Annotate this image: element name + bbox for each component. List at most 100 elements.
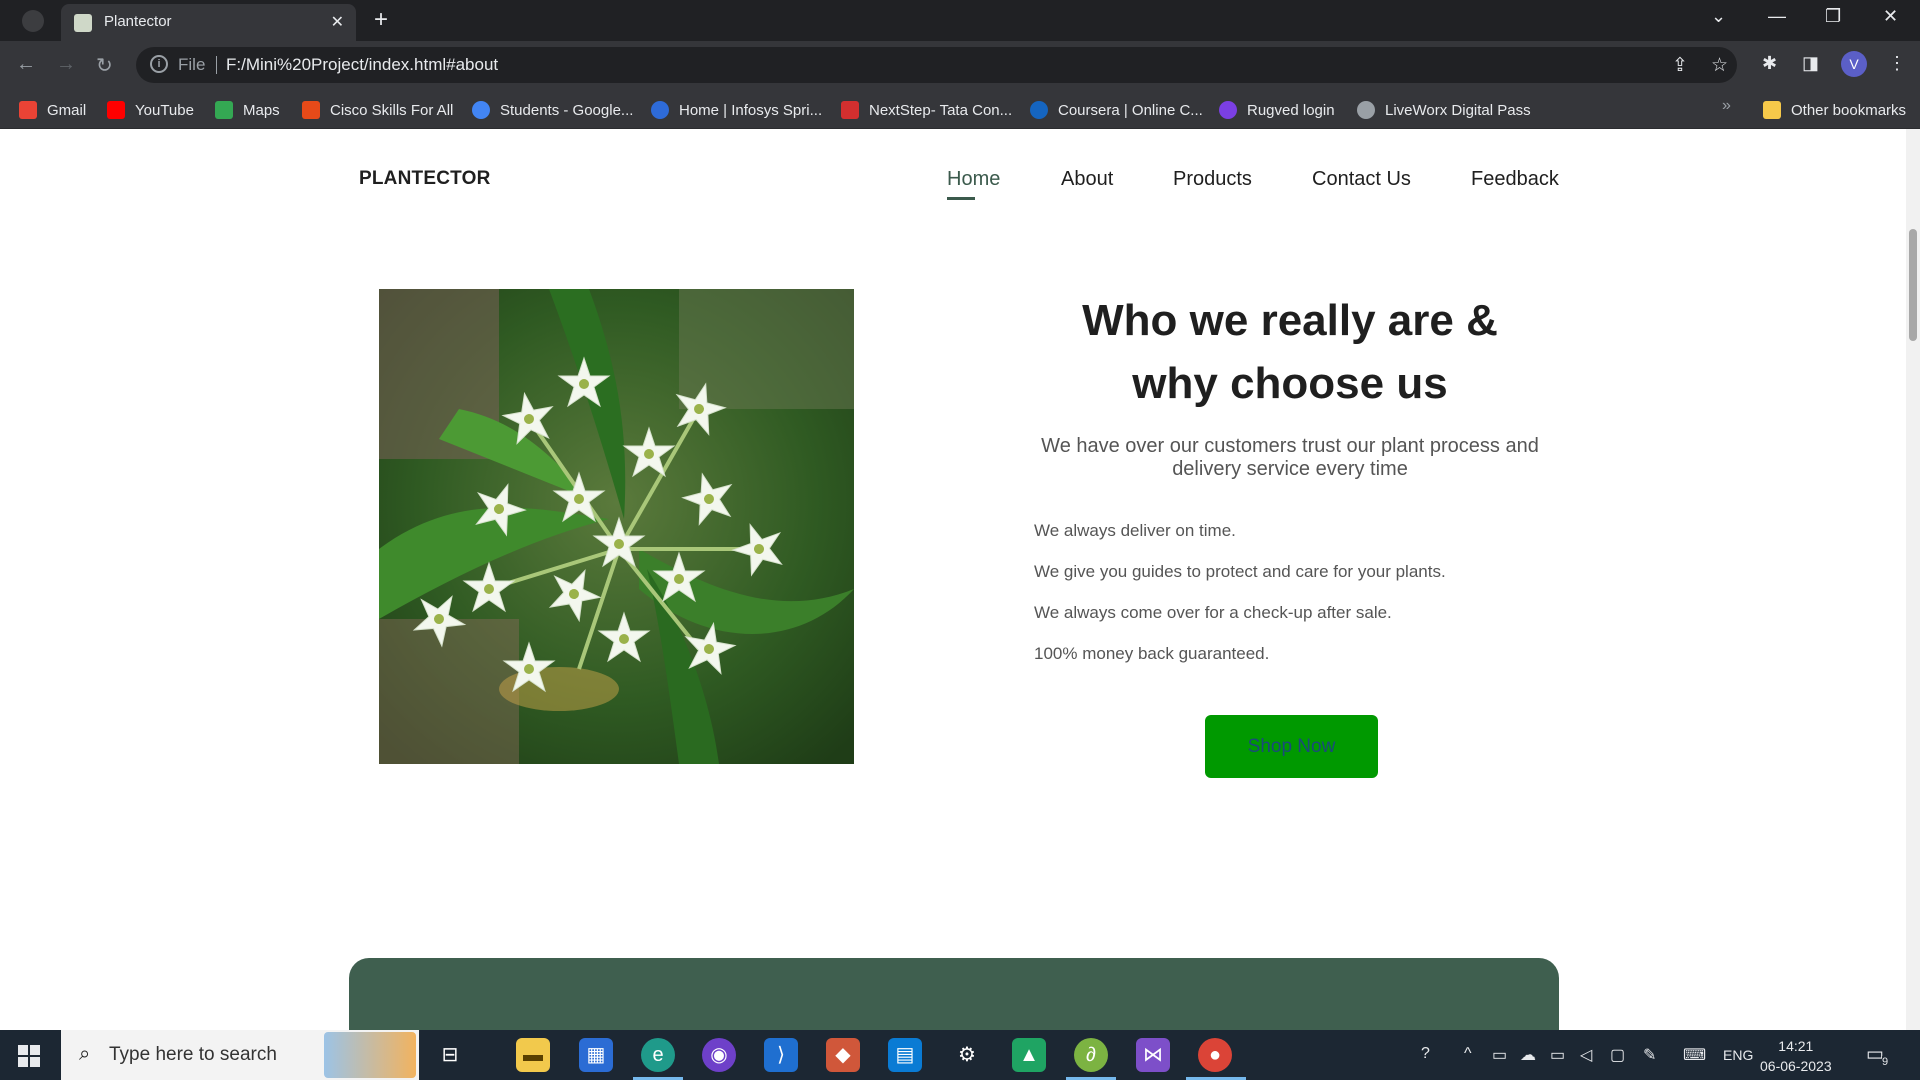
taskbar-search-box[interactable]: ⌕ Type here to search [61,1030,419,1080]
coursera-icon [1030,101,1048,119]
chrome-icon[interactable]: ● [1198,1038,1232,1072]
nav-active-underline [947,197,975,200]
tab-close-icon[interactable]: ✕ [331,12,344,32]
profile-avatar[interactable]: V [1841,51,1867,77]
vscode-icon[interactable]: ⟩ [764,1038,798,1072]
clock-time: 14:21 [1778,1038,1814,1054]
close-window-icon[interactable]: ✕ [1883,6,1898,27]
help-icon[interactable]: ? [1421,1045,1430,1063]
bookmark-google-students[interactable]: Students - Google... [472,100,633,120]
about-subtitle-line2: delivery service every time [1172,458,1408,480]
tab-list-chevron-icon[interactable]: ⌄ [1711,6,1726,27]
about-heading-line2: why choose us [1132,359,1448,408]
gmail-icon [19,101,37,119]
bookmark-star-icon[interactable]: ☆ [1711,54,1728,77]
nav-feedback[interactable]: Feedback [1471,168,1559,191]
clock-date: 06-06-2023 [1760,1058,1832,1074]
url-separator [216,56,217,74]
bookmark-maps[interactable]: Maps [215,100,280,120]
folder-icon [1763,101,1781,119]
share-icon[interactable]: ⇪ [1672,54,1688,77]
google-icon [472,101,490,119]
forward-icon[interactable]: → [56,53,76,76]
restore-icon[interactable]: ❐ [1825,6,1841,27]
bookmark-infosys[interactable]: Home | Infosys Spri... [651,100,822,120]
extensions-icon[interactable]: ✱ [1762,53,1777,74]
browser-toolbar: ← → ↻ i File F:/Mini%20Project/index.htm… [0,41,1920,89]
microsoft-store-icon[interactable]: ▦ [579,1038,613,1072]
site-info-icon[interactable]: i [150,55,168,73]
app-green-icon[interactable]: ∂ [1074,1038,1108,1072]
web-page: PLANTECTOR Home About Products Contact U… [0,129,1906,1030]
url-scheme-label: File [178,55,206,74]
bookmark-liveworx[interactable]: LiveWorx Digital Pass [1357,100,1531,120]
language-indicator[interactable]: ENG [1723,1047,1753,1063]
search-highlight-image [324,1032,416,1078]
about-flower-image [379,289,854,764]
bookmark-coursera[interactable]: Coursera | Online C... [1030,100,1203,120]
address-bar[interactable]: i File F:/Mini%20Project/index.html#abou… [136,47,1737,83]
more-menu-icon[interactable]: ⋮ [1888,53,1906,74]
calculator-icon[interactable]: ▤ [888,1038,922,1072]
pen-icon[interactable]: ✎ [1643,1045,1656,1065]
nav-products[interactable]: Products [1173,168,1252,191]
about-heading: Who we really are & why choose us [1000,289,1580,415]
about-point-2: We give you guides to protect and care f… [1034,562,1446,581]
bookmark-youtube[interactable]: YouTube [107,100,194,120]
settings-icon[interactable]: ⚙ [950,1038,984,1072]
reload-icon[interactable]: ↻ [96,53,113,78]
globe-icon [1357,101,1375,119]
next-section-panel [349,958,1559,1030]
infosys-icon [651,101,669,119]
volume-muted-icon[interactable]: ◁ [1580,1045,1592,1065]
back-icon[interactable]: ← [16,53,36,76]
side-panel-icon[interactable]: ◨ [1802,53,1819,74]
maps-icon [215,101,233,119]
bookmark-gmail[interactable]: Gmail [19,100,86,120]
site-brand-logo[interactable]: PLANTECTOR [359,168,490,190]
minimize-icon[interactable]: — [1768,6,1786,27]
about-point-1: We always deliver on time. [1034,521,1236,540]
scrollbar-thumb[interactable] [1909,229,1917,341]
file-explorer-icon[interactable]: ▬ [516,1038,550,1072]
battery-icon[interactable]: ▭ [1550,1045,1565,1065]
google-drive-icon[interactable]: ▲ [1012,1038,1046,1072]
meet-icon[interactable]: ▭ [1492,1045,1507,1065]
other-bookmarks-folder[interactable]: Other bookmarks [1763,100,1906,120]
shop-now-button[interactable]: Shop Now [1205,715,1378,778]
tab-search-icon[interactable] [22,10,44,32]
about-heading-line1: Who we really are & [1082,296,1498,345]
tcs-icon [841,101,859,119]
github-desktop-icon[interactable]: ◉ [702,1038,736,1072]
show-hidden-icons-icon[interactable]: ^ [1464,1045,1472,1063]
cisco-icon [302,101,320,119]
git-icon[interactable]: ◆ [826,1038,860,1072]
browser-tab[interactable]: Plantector ✕ [61,4,356,41]
windows-start-icon[interactable] [18,1045,40,1067]
url-text[interactable]: F:/Mini%20Project/index.html#about [226,55,498,75]
onedrive-icon[interactable]: ☁ [1520,1045,1536,1065]
visual-studio-icon[interactable]: ⋈ [1136,1038,1170,1072]
edge-icon[interactable]: e [641,1038,675,1072]
nav-about[interactable]: About [1061,168,1113,191]
tab-title: Plantector [104,13,172,30]
nav-home[interactable]: Home [947,168,1000,191]
about-point-4: 100% money back guaranteed. [1034,644,1270,663]
bookmark-cisco[interactable]: Cisco Skills For All [302,100,453,120]
taskbar-search-placeholder: Type here to search [109,1044,277,1065]
bookmark-tcs[interactable]: NextStep- Tata Con... [841,100,1012,120]
about-subtitle-line1: We have over our customers trust our pla… [1041,435,1539,457]
bookmarks-overflow-icon[interactable]: » [1722,97,1731,115]
display-icon[interactable]: ▢ [1610,1045,1625,1065]
keyboard-icon[interactable]: ⌨ [1683,1045,1706,1065]
youtube-icon [107,101,125,119]
nav-contact-us[interactable]: Contact Us [1312,168,1411,191]
task-view-icon[interactable]: ⊟ [433,1038,467,1072]
new-tab-icon[interactable]: + [374,6,388,34]
browser-tabbar: Plantector ✕ + ⌄ — ❐ ✕ [0,0,1920,41]
bookmark-rugved[interactable]: Rugved login [1219,100,1335,120]
taskbar-clock[interactable]: 14:21 06-06-2023 [1760,1036,1832,1076]
tab-favicon-icon [74,14,92,32]
page-scrollbar[interactable] [1906,129,1920,1030]
rugved-icon [1219,101,1237,119]
